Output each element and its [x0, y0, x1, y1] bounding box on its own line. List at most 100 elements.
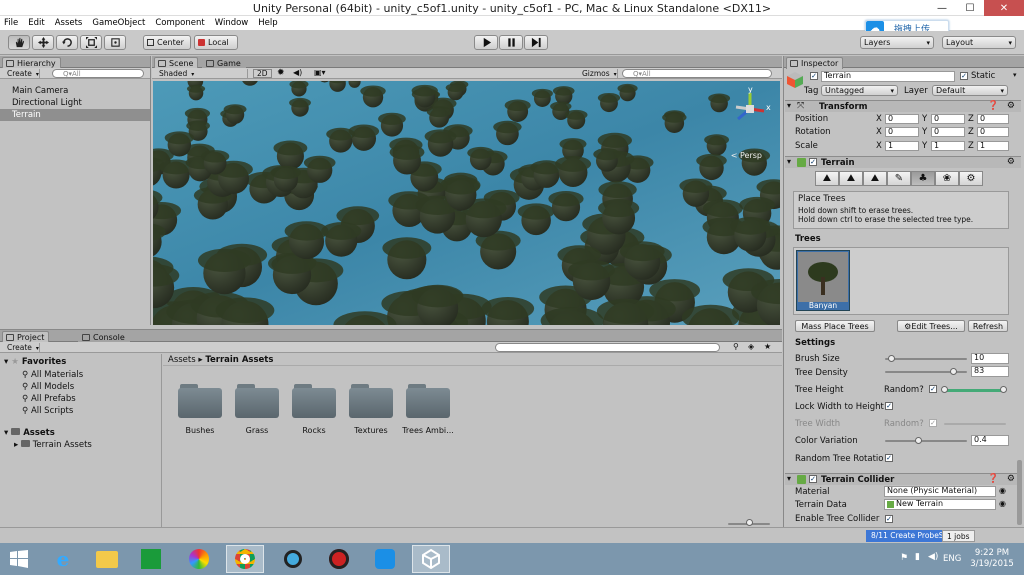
pivot-local-toggle[interactable]: Local — [194, 35, 238, 50]
layers-dropdown[interactable]: Layers — [860, 36, 934, 49]
mass-place-trees-button[interactable]: Mass Place Trees — [795, 320, 875, 332]
hierarchy-item-terrain[interactable]: Terrain — [0, 109, 150, 121]
rect-tool-button[interactable] — [104, 35, 126, 50]
clock[interactable]: 9:22 PM 3/19/2015 — [970, 548, 1014, 570]
transform-x-field[interactable]: 0 — [885, 127, 919, 137]
transform-y-field[interactable]: 1 — [931, 141, 965, 151]
filter-by-label-icon[interactable]: ◈ — [748, 342, 754, 351]
terrain-data-field[interactable]: New Terrain — [884, 499, 996, 510]
pause-button[interactable] — [499, 35, 523, 50]
tab-inspector[interactable]: Inspector — [786, 57, 844, 69]
paint-height-tool-button[interactable]: ⛰ — [839, 171, 863, 186]
tree-density-slider-knob[interactable] — [950, 368, 958, 375]
tree-height-random-checkbox[interactable]: ✓ — [929, 385, 937, 393]
scene-view[interactable]: y x < Persp — [153, 81, 780, 325]
breadcrumb-terrain-assets[interactable]: Terrain Assets — [205, 355, 273, 365]
collider-enabled-checkbox[interactable]: ✓ — [809, 475, 817, 483]
taskbar-chrome[interactable] — [226, 545, 264, 573]
place-trees-tool-button[interactable]: ♣ — [911, 171, 935, 186]
step-button[interactable] — [524, 35, 548, 50]
filter-by-type-icon[interactable]: ⚲ — [733, 342, 739, 351]
taskbar-magnifier[interactable] — [274, 545, 312, 573]
static-dropdown-icon[interactable]: ▾ — [1013, 71, 1017, 79]
assets-child-terrain-assets[interactable]: ▸ Terrain Assets — [14, 440, 92, 450]
hierarchy-item-main-camera[interactable]: Main Camera — [0, 85, 150, 97]
layout-dropdown[interactable]: Layout — [942, 36, 1016, 49]
minimize-button[interactable]: — — [928, 0, 956, 16]
effects-dropdown-icon[interactable]: ▣▾ — [314, 68, 326, 77]
smooth-height-tool-button[interactable]: ⛰ — [863, 171, 887, 186]
gear-icon[interactable]: ⚙ — [1007, 101, 1015, 111]
taskbar-picasa[interactable] — [180, 545, 218, 573]
menu-assets[interactable]: Assets — [55, 18, 83, 28]
paint-details-tool-button[interactable]: ❀ — [935, 171, 959, 186]
menu-help[interactable]: Help — [258, 18, 277, 28]
taskbar-store[interactable] — [132, 545, 170, 573]
maximize-button[interactable]: ☐ — [956, 0, 984, 16]
color-variation-slider-knob[interactable] — [914, 437, 922, 444]
hierarchy-search-input[interactable]: Q▾All — [52, 69, 144, 78]
pivot-center-toggle[interactable]: Center — [143, 35, 191, 50]
move-tool-button[interactable] — [32, 35, 54, 50]
gizmos-dropdown[interactable]: Gizmos — [579, 69, 618, 78]
raise-lower-tool-button[interactable]: ⛰ — [815, 171, 839, 186]
transform-y-field[interactable]: 0 — [931, 127, 965, 137]
asset-folder[interactable] — [178, 384, 222, 418]
taskbar-explorer[interactable] — [88, 545, 126, 573]
favorite-all-prefabs[interactable]: ⚲ All Prefabs — [22, 393, 83, 405]
menu-window[interactable]: Window — [215, 18, 249, 28]
edit-trees-button[interactable]: ⚙ Edit Trees... — [897, 320, 965, 332]
help-icon[interactable]: ❓ — [988, 474, 999, 484]
hierarchy-create-dropdown[interactable]: Create — [4, 69, 40, 78]
menu-gameobject[interactable]: GameObject — [92, 18, 145, 28]
static-checkbox[interactable]: ✓ — [960, 72, 968, 80]
assets-row[interactable]: ▾ Assets — [4, 428, 55, 438]
color-variation-field[interactable]: 0.4 — [971, 435, 1009, 446]
object-name-field[interactable]: Terrain — [821, 71, 955, 82]
random-rotation-checkbox[interactable]: ✓ — [885, 454, 893, 462]
transform-z-field[interactable]: 1 — [977, 141, 1009, 151]
taskbar-cloud-app[interactable] — [366, 545, 404, 573]
start-button[interactable] — [0, 545, 38, 573]
menu-edit[interactable]: Edit — [28, 18, 44, 28]
enable-tree-collider-checkbox[interactable]: ✓ — [885, 515, 893, 523]
asset-folder[interactable] — [235, 384, 279, 418]
project-search-input[interactable] — [495, 343, 720, 352]
favorites-row[interactable]: ▾ ★ Favorites — [4, 357, 66, 367]
close-button[interactable]: ✕ — [984, 0, 1024, 16]
brush-size-slider[interactable] — [885, 358, 967, 360]
lock-width-checkbox[interactable]: ✓ — [885, 402, 893, 410]
paint-texture-tool-button[interactable]: ✎ — [887, 171, 911, 186]
object-picker-icon[interactable]: ◉ — [999, 486, 1006, 495]
scale-tool-button[interactable] — [80, 35, 102, 50]
zoom-slider-knob[interactable] — [746, 519, 753, 526]
asset-folder[interactable] — [406, 384, 450, 418]
material-field[interactable]: None (Physic Material) — [884, 486, 996, 497]
inspector-scrollbar[interactable] — [1017, 460, 1022, 525]
transform-z-field[interactable]: 0 — [977, 114, 1009, 124]
scene-gizmo[interactable]: y x — [730, 85, 771, 137]
asset-folder[interactable] — [292, 384, 336, 418]
taskbar-ie[interactable]: e — [44, 545, 82, 573]
brush-size-field[interactable]: 10 — [971, 353, 1009, 364]
tree-density-field[interactable]: 83 — [971, 366, 1009, 377]
tray-flag-icon[interactable]: ⚑ — [900, 553, 908, 563]
transform-x-field[interactable]: 1 — [885, 141, 919, 151]
transform-header[interactable]: ▾ ⤧ Transform ❓ ⚙ — [785, 100, 1021, 112]
rotate-tool-button[interactable] — [56, 35, 78, 50]
refresh-button[interactable]: Refresh — [968, 320, 1008, 332]
play-button[interactable] — [474, 35, 498, 50]
terrain-enabled-checkbox[interactable]: ✓ — [809, 158, 817, 166]
terrain-header[interactable]: ▾ ✓ Terrain ⚙ — [785, 156, 1021, 168]
color-variation-slider[interactable] — [885, 440, 967, 442]
gear-icon[interactable]: ⚙ — [1007, 474, 1015, 484]
active-checkbox[interactable]: ✓ — [810, 72, 818, 80]
favorite-all-scripts[interactable]: ⚲ All Scripts — [22, 405, 83, 417]
transform-y-field[interactable]: 0 — [931, 114, 965, 124]
language-indicator[interactable]: ENG — [943, 554, 961, 564]
project-create-dropdown[interactable]: Create — [4, 343, 40, 352]
hierarchy-item-directional-light[interactable]: Directional Light — [0, 97, 150, 109]
terrain-collider-header[interactable]: ▾ ✓ Terrain Collider ❓ ⚙ — [785, 473, 1021, 485]
tag-dropdown[interactable]: Untagged — [821, 85, 898, 96]
tree-height-range-slider[interactable] — [944, 389, 1006, 392]
